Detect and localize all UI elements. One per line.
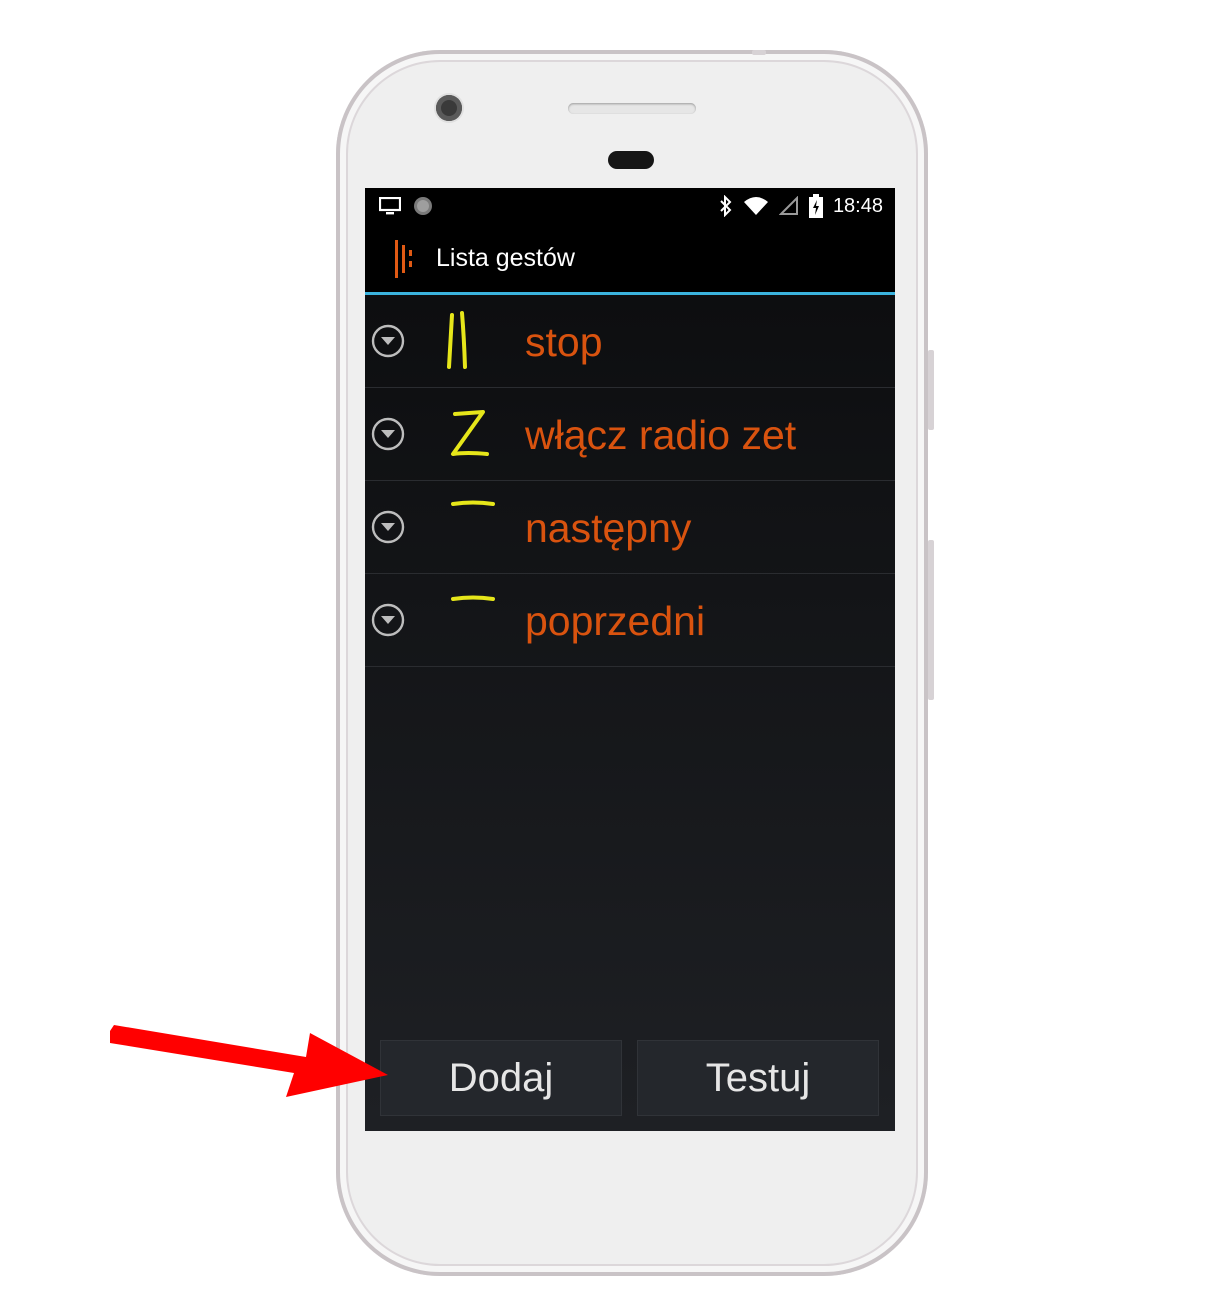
gesture-label: stop (525, 319, 603, 365)
bluetooth-icon (720, 195, 732, 217)
gesture-label: włącz radio zet (525, 412, 797, 458)
list-item[interactable]: poprzedni (365, 574, 895, 667)
chevron-down-icon[interactable] (371, 417, 405, 451)
wifi-icon (743, 197, 768, 215)
earpiece-speaker (568, 103, 696, 114)
status-bar: 18:48 (365, 188, 895, 224)
proximity-sensor (608, 151, 654, 169)
red-arrow-annotation (110, 1025, 388, 1097)
screen-cast-icon (379, 197, 401, 215)
clock: 18:48 (832, 194, 883, 217)
test-button[interactable]: Testuj (637, 1040, 879, 1116)
gesture-app-icon[interactable] (393, 240, 419, 278)
circle-notification-icon (414, 197, 432, 215)
top-button (752, 50, 766, 55)
power-button (928, 540, 934, 700)
signal-icon (778, 196, 798, 215)
phone-screen: 18:48 Lista gestów stop włącz radio zet … (365, 188, 895, 1131)
gesture-z-icon (451, 410, 489, 456)
gesture-label: następny (525, 505, 692, 551)
page-title: Lista gestów (436, 244, 575, 272)
gesture-line-icon (451, 595, 495, 601)
volume-button (928, 350, 934, 430)
gesture-line-icon (451, 500, 495, 506)
chevron-down-icon[interactable] (371, 510, 405, 544)
list-item[interactable]: następny (365, 481, 895, 574)
chevron-down-icon[interactable] (371, 324, 405, 358)
list-item[interactable]: stop (365, 295, 895, 388)
gesture-label: poprzedni (525, 598, 706, 644)
add-button[interactable]: Dodaj (380, 1040, 622, 1116)
front-camera (436, 95, 462, 121)
chevron-down-icon[interactable] (371, 603, 405, 637)
list-item[interactable]: włącz radio zet (365, 388, 895, 481)
battery-charging-icon (808, 194, 823, 218)
gesture-double-line-icon (447, 311, 467, 369)
action-bar: Lista gestów (365, 224, 895, 295)
gesture-list: stop włącz radio zet następny poprzedni (365, 295, 895, 1131)
